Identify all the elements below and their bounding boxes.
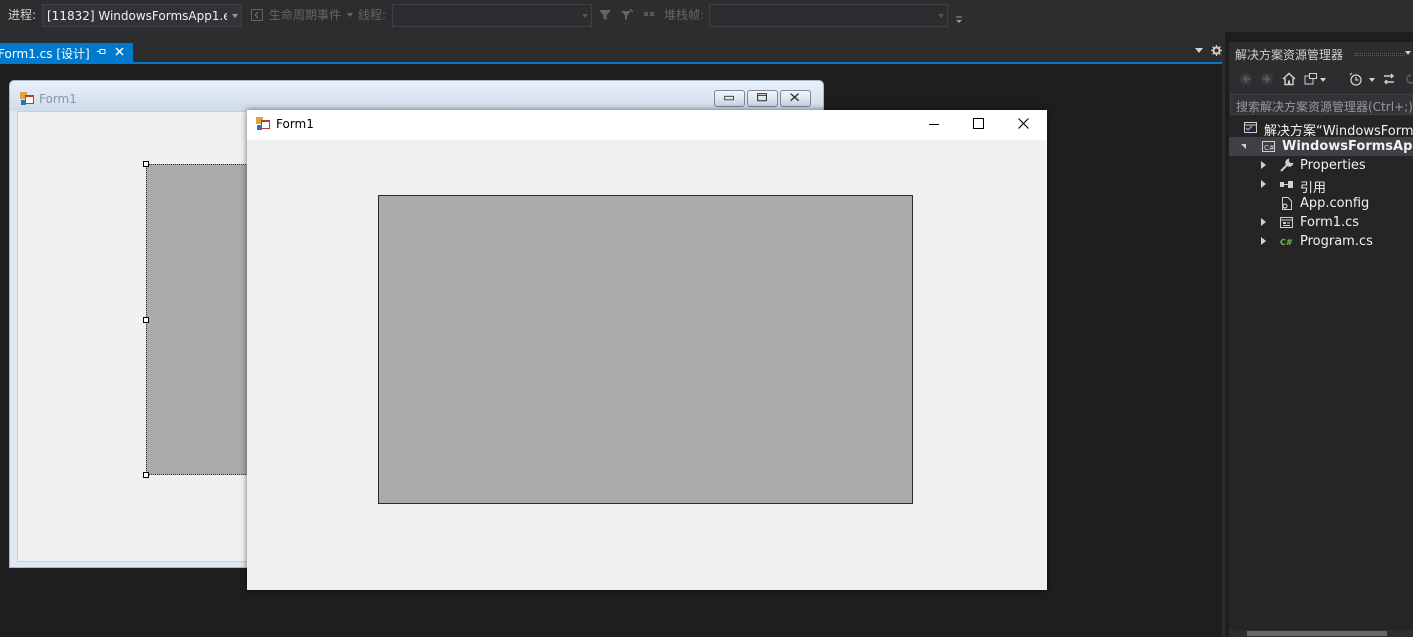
- thread-dropdown[interactable]: [392, 4, 592, 27]
- tab-label: Form1.cs [设计]: [0, 47, 90, 61]
- svg-text:C#: C#: [1280, 238, 1293, 247]
- lifecycle-events-icon[interactable]: [250, 8, 264, 22]
- toolbar-overflow-icon[interactable]: [953, 12, 967, 26]
- csharp-file-icon: C#: [1280, 238, 1293, 247]
- solution-explorer: 解决方案资源管理器 搜索解决方案资源管理器(Ctrl+;) 解决方案“Windo…: [1229, 42, 1413, 637]
- sync-with-active-document-icon[interactable]: [1382, 72, 1396, 86]
- running-form1-window[interactable]: Form1: [247, 110, 1047, 590]
- chevron-down-icon: [582, 14, 588, 18]
- solution-explorer-titlebar[interactable]: 解决方案资源管理器: [1229, 42, 1413, 64]
- window-position-menu-icon[interactable]: [1405, 51, 1411, 55]
- tab-list-dropdown-icon[interactable]: [1195, 48, 1203, 53]
- drag-grip[interactable]: [1355, 53, 1405, 56]
- designer-form-titlebar: Form1: [10, 81, 823, 111]
- tree-item-project[interactable]: C# WindowsFormsApp1: [1229, 137, 1413, 156]
- refresh-icon[interactable]: [1404, 72, 1413, 86]
- tab-form1-design[interactable]: Form1.cs [设计]: [0, 43, 133, 62]
- tree-item-app-config[interactable]: App.config: [1229, 194, 1413, 213]
- process-dropdown[interactable]: [11832] WindowsFormsApp1.exe: [42, 4, 242, 27]
- running-form-title: Form1: [276, 117, 314, 131]
- maximize-icon[interactable]: [956, 110, 1002, 140]
- panel-control: [378, 195, 913, 504]
- svg-text:C#: C#: [1264, 144, 1275, 152]
- tree-item-program-cs[interactable]: C# Program.cs: [1229, 232, 1413, 251]
- panel-splitter[interactable]: [1222, 32, 1225, 637]
- close-icon[interactable]: [114, 46, 125, 57]
- search-placeholder: 搜索解决方案资源管理器(Ctrl+;): [1236, 100, 1413, 114]
- minimize-icon[interactable]: [911, 110, 957, 140]
- collapsed-chevron-icon[interactable]: [1261, 218, 1266, 226]
- chevron-down-icon: [232, 14, 238, 18]
- process-dropdown-value: [11832] WindowsFormsApp1.exe: [47, 9, 227, 23]
- home-icon[interactable]: [1282, 72, 1296, 86]
- winforms-app-icon: [256, 117, 270, 130]
- chevron-down-icon[interactable]: [347, 13, 353, 17]
- scrollbar-thumb[interactable]: [1247, 631, 1387, 636]
- forward-icon[interactable]: [1260, 72, 1274, 86]
- filter-thread-icon[interactable]: [620, 8, 634, 22]
- resize-handle[interactable]: [143, 161, 149, 167]
- stackframe-dropdown[interactable]: [709, 4, 948, 27]
- solution-icon: [1244, 122, 1257, 133]
- tree-item-label: Form1.cs: [1300, 215, 1360, 230]
- solution-explorer-title: 解决方案资源管理器: [1235, 48, 1344, 62]
- maximize-icon: [757, 93, 768, 102]
- minimize-button[interactable]: [714, 90, 745, 107]
- minimize-icon: [724, 95, 734, 101]
- horizontal-scrollbar[interactable]: [1229, 630, 1413, 637]
- maximize-button[interactable]: [747, 90, 778, 107]
- chevron-down-icon: [938, 14, 944, 18]
- solution-explorer-toolbar: [1229, 64, 1413, 94]
- close-icon[interactable]: [1001, 110, 1047, 140]
- filter-icon[interactable]: [598, 8, 612, 22]
- switch-views-icon[interactable]: [1304, 72, 1318, 86]
- wrench-icon: [1280, 158, 1294, 172]
- back-icon[interactable]: [1239, 72, 1253, 86]
- lifecycle-events-label[interactable]: 生命周期事件: [269, 8, 341, 22]
- close-button[interactable]: [780, 90, 811, 107]
- process-label: 进程:: [8, 8, 37, 22]
- collapsed-chevron-icon[interactable]: [1261, 161, 1266, 169]
- gear-icon[interactable]: [1211, 45, 1222, 56]
- winforms-app-icon: [20, 92, 34, 105]
- csharp-project-icon: C#: [1262, 141, 1275, 152]
- designer-form-title: Form1: [39, 92, 77, 106]
- expanded-chevron-icon[interactable]: [1241, 144, 1246, 149]
- document-tab-strip: Form1.cs [设计]: [0, 32, 1225, 64]
- collapsed-chevron-icon[interactable]: [1261, 180, 1266, 188]
- toggle-flag-icon[interactable]: [642, 8, 656, 22]
- form-file-icon: [1280, 217, 1293, 228]
- references-icon: [1280, 181, 1293, 188]
- debug-location-toolbar: 进程: [11832] WindowsFormsApp1.exe 生命周期事件 …: [0, 0, 1413, 32]
- tree-item-label: Program.cs: [1300, 234, 1373, 249]
- collapsed-chevron-icon[interactable]: [1261, 237, 1266, 245]
- tree-item-solution[interactable]: 解决方案“WindowsFormsApp1”: [1229, 118, 1413, 139]
- resize-handle[interactable]: [143, 317, 149, 323]
- chevron-down-icon[interactable]: [1369, 78, 1375, 82]
- tree-item-properties[interactable]: Properties: [1229, 156, 1413, 175]
- pin-icon[interactable]: [96, 46, 107, 57]
- tree-item-label: Properties: [1300, 158, 1366, 173]
- tree-item-form1-cs[interactable]: Form1.cs: [1229, 213, 1413, 232]
- pending-changes-filter-icon[interactable]: [1349, 72, 1363, 86]
- resize-handle[interactable]: [143, 472, 149, 478]
- thread-label: 线程:: [358, 8, 387, 22]
- tree-item-label: App.config: [1300, 196, 1370, 211]
- tree-item-references[interactable]: 引用: [1229, 175, 1413, 196]
- chevron-down-icon[interactable]: [1320, 78, 1326, 82]
- close-icon: [790, 93, 800, 102]
- stackframe-label: 堆栈帧:: [664, 8, 705, 22]
- tree-item-label: WindowsFormsApp1: [1282, 139, 1413, 154]
- solution-explorer-search-input[interactable]: 搜索解决方案资源管理器(Ctrl+;): [1230, 94, 1413, 115]
- running-form-titlebar[interactable]: Form1: [247, 110, 1047, 140]
- config-file-icon: [1282, 197, 1292, 210]
